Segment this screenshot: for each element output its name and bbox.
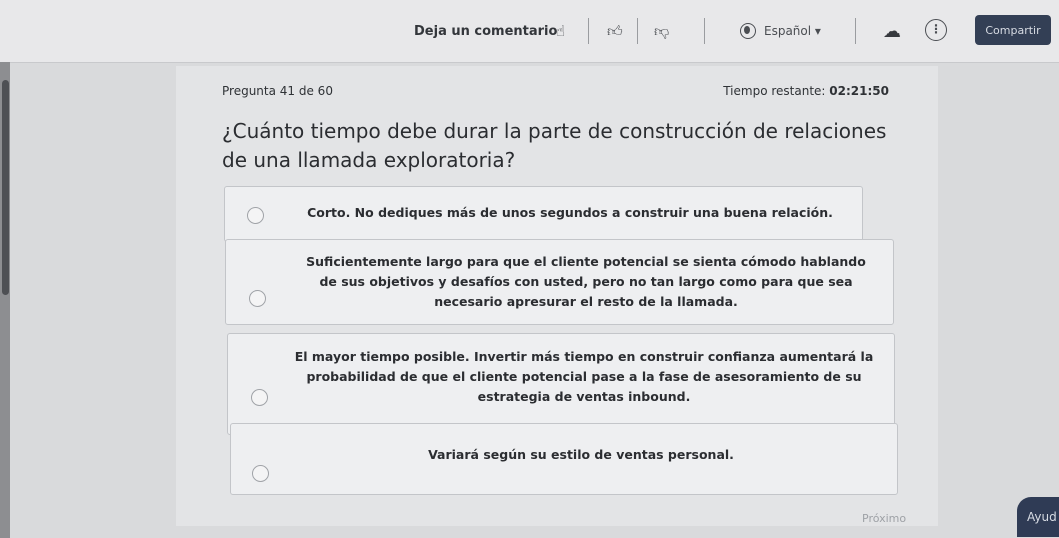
thumbs-up-icon[interactable]: 👍︎ — [607, 0, 623, 62]
answer-option-label: Corto. No dediques más de unos segundos … — [307, 205, 833, 220]
language-selector[interactable]: Español ▾ — [740, 0, 821, 62]
thumbs-down-icon[interactable]: 👎︎ — [654, 0, 669, 62]
leave-comment-link[interactable]: Deja un comentario — [414, 0, 557, 62]
answer-option-label: Variará según su estilo de ventas person… — [428, 447, 734, 462]
divider — [588, 18, 589, 44]
answer-option-3[interactable]: El mayor tiempo posible. Invertir más ti… — [227, 333, 895, 435]
answer-option-2[interactable]: Suficientemente largo para que el client… — [225, 239, 894, 325]
time-remaining: Tiempo restante: 02:21:50 — [723, 84, 889, 98]
radio-button[interactable] — [252, 465, 269, 482]
divider — [855, 18, 856, 44]
answer-option-4[interactable]: Variará según su estilo de ventas person… — [230, 423, 898, 495]
cloud-upload-icon[interactable]: ☁ — [883, 0, 901, 62]
question-text: ¿Cuánto tiempo debe durar la parte de co… — [222, 119, 887, 172]
globe-icon — [740, 23, 756, 39]
scrollbar-thumb[interactable] — [2, 80, 9, 295]
time-label: Tiempo restante: — [723, 84, 826, 98]
divider — [637, 18, 638, 44]
help-button[interactable]: Ayud — [1017, 497, 1059, 537]
time-value: 02:21:50 — [829, 84, 889, 98]
answer-option-1[interactable]: Corto. No dediques más de unos segundos … — [224, 186, 863, 242]
answer-option-label: Suficientemente largo para que el client… — [306, 254, 866, 309]
more-vertical-icon[interactable]: ⋮ — [925, 19, 947, 41]
radio-button[interactable] — [249, 290, 266, 307]
language-label: Español ▾ — [764, 24, 821, 38]
radio-button[interactable] — [251, 389, 268, 406]
radio-button[interactable] — [247, 207, 264, 224]
answer-option-label: El mayor tiempo posible. Invertir más ti… — [294, 349, 874, 404]
question-counter: Pregunta 41 de 60 — [222, 84, 333, 98]
next-button[interactable]: Próximo — [862, 512, 906, 525]
top-bar: Deja un comentario ☝ 👍︎ 👎︎ Español ▾ ☁ ⋮… — [0, 0, 1059, 63]
thumbs-up-sparkle-icon[interactable]: ☝ — [556, 0, 565, 62]
share-button[interactable]: Compartir — [975, 15, 1051, 45]
divider — [704, 18, 705, 44]
